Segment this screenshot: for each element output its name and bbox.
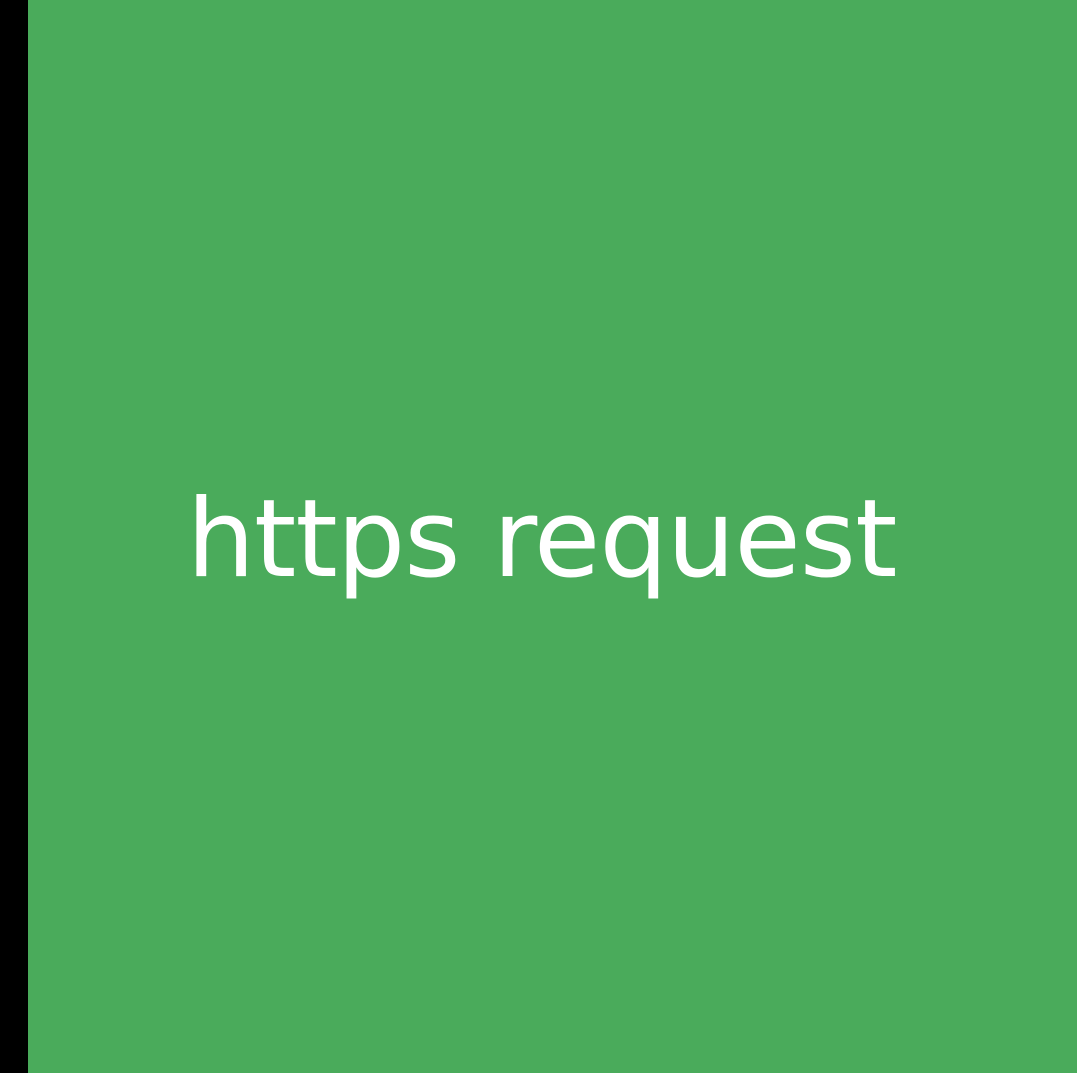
- frame: https request: [0, 0, 1077, 1073]
- tile-label: https request: [186, 476, 898, 602]
- https-request-tile[interactable]: https request: [28, 0, 1077, 1073]
